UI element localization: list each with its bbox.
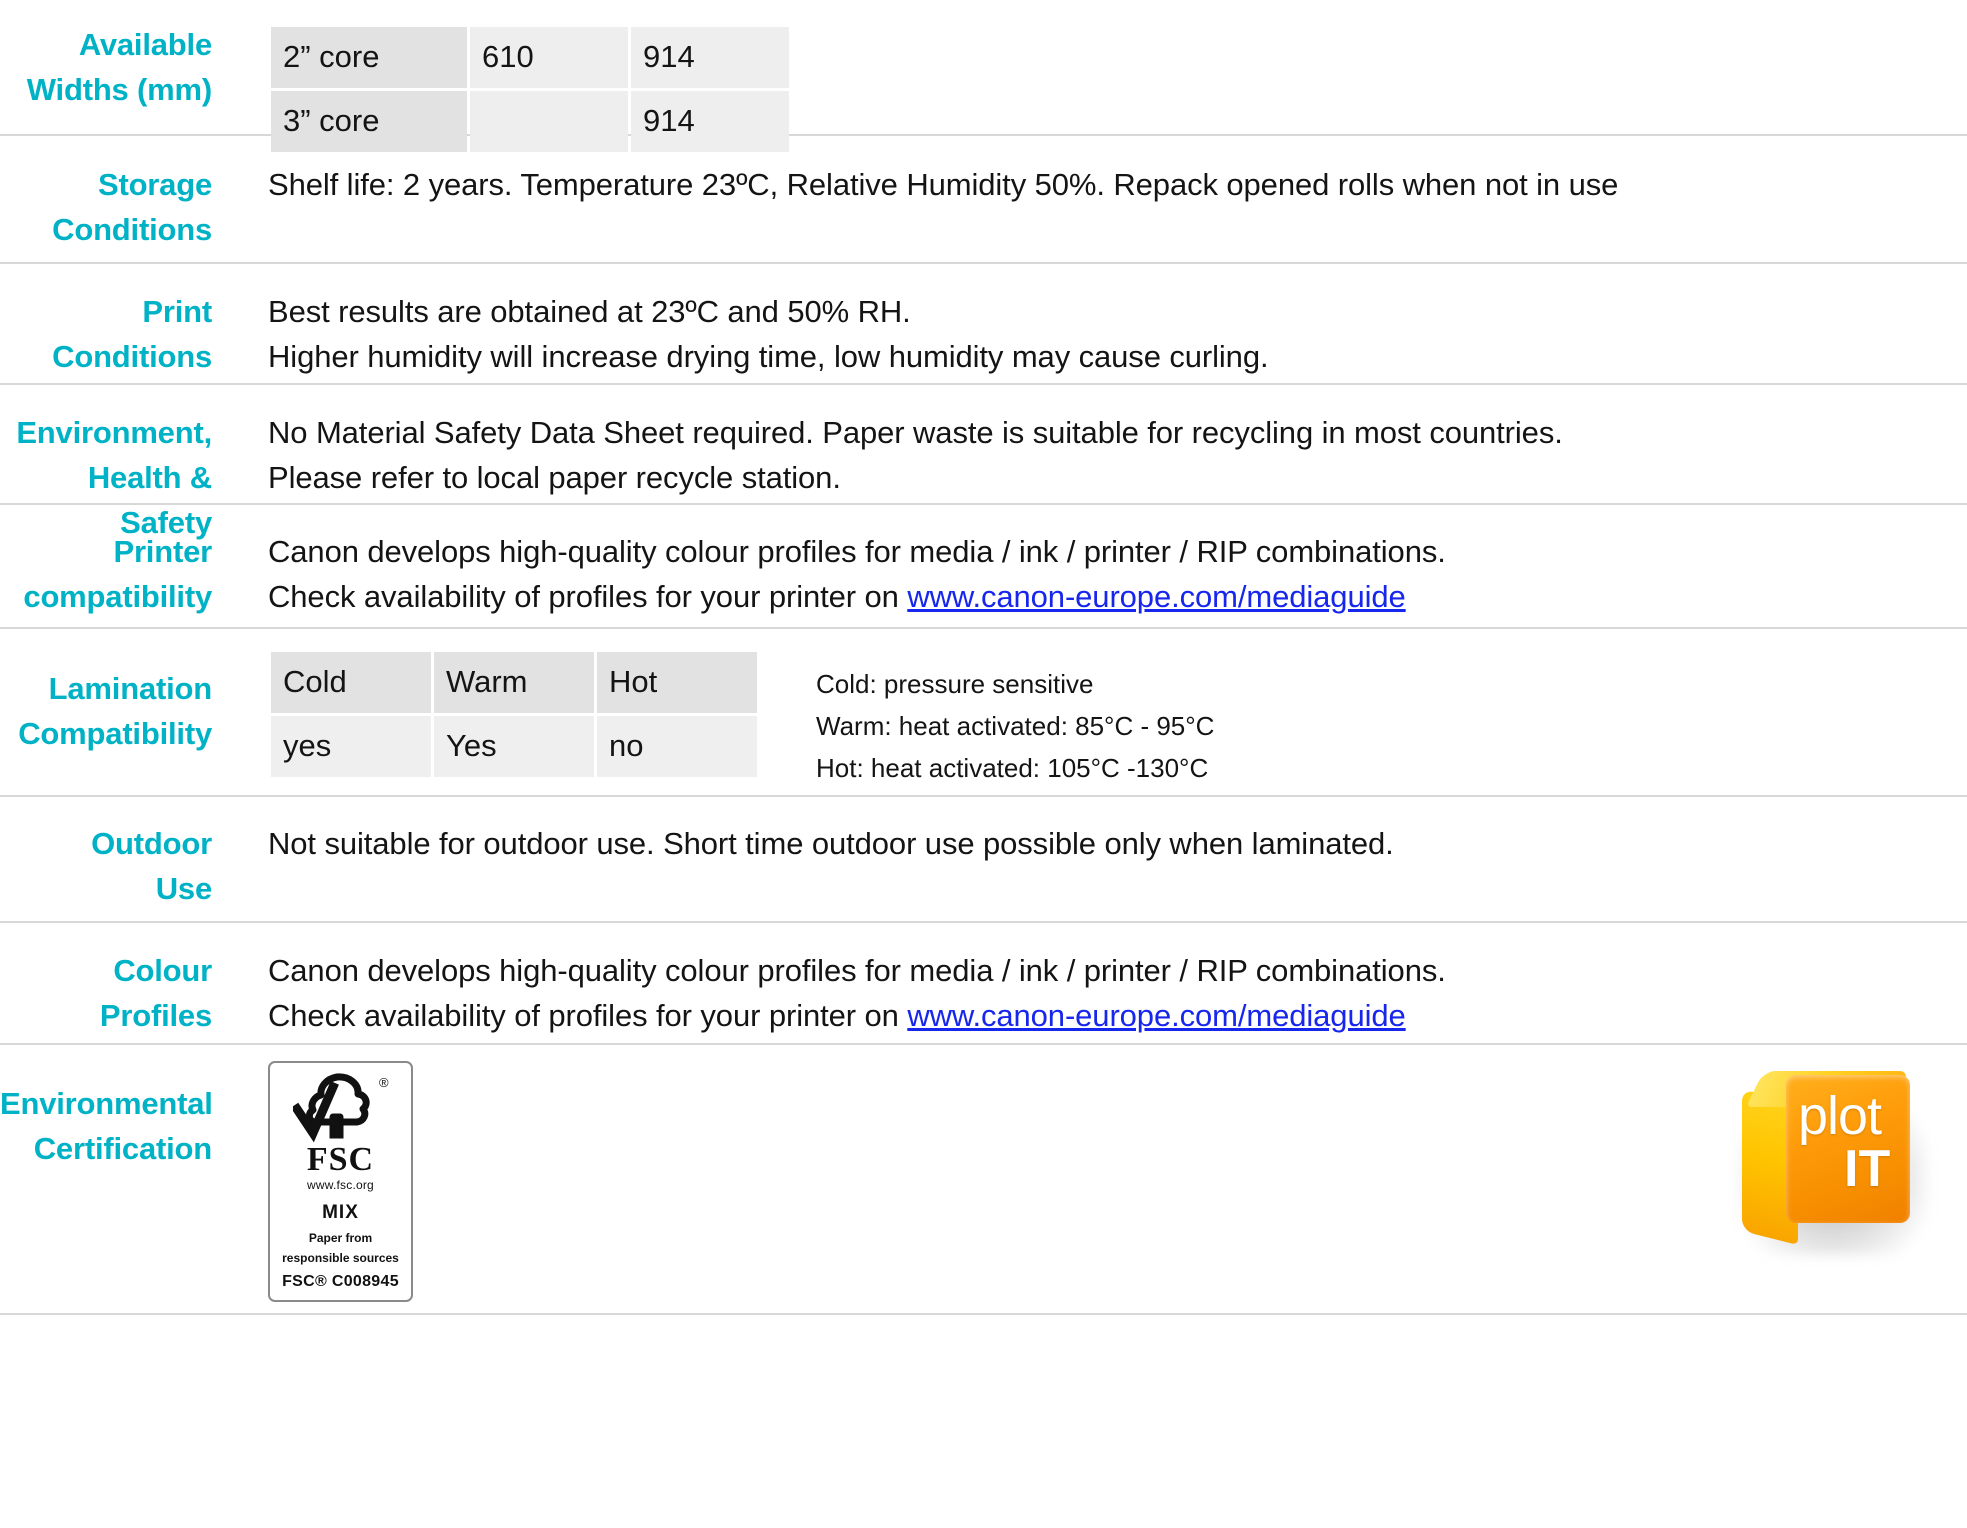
lamination-value-cold: yes [271,716,431,777]
label-line: Conditions [52,212,212,247]
colour-profiles-line-1: Canon develops high-quality colour profi… [268,953,1446,988]
table-row: 2” core 610 914 [271,27,789,88]
colour-profiles-line-2: Check availability of profiles for your … [268,993,1947,1038]
section-lamination-compatibility: Lamination Compatibility Cold Warm Hot y [0,629,1967,797]
plotit-text-plot: plot [1798,1086,1882,1146]
label-line: Compatibility [18,716,212,751]
label-printer-compatibility: Printer compatibility [0,505,268,619]
lamination-value-warm: Yes [434,716,594,777]
label-available-widths: Available Widths (mm) [0,0,268,112]
label-line: Lamination [48,671,213,706]
width-cell: 914 [631,27,789,88]
label-colour-profiles: Colour Profiles [0,923,268,1038]
lamination-wrapper: Cold Warm Hot yes Yes no Cold: pressure … [268,649,1947,789]
fsc-mix-label: MIX [322,1202,359,1223]
content-outdoor-use: Not suitable for outdoor use. Short time… [268,797,1967,866]
section-print-conditions: Print Conditions Best results are obtain… [0,264,1967,385]
environment-line-2: Please refer to local paper recycle stat… [268,460,841,495]
label-line: Environment, [16,415,212,450]
section-storage-conditions: Storage Conditions Shelf life: 2 years. … [0,136,1967,264]
outdoor-use-text: Not suitable for outdoor use. Short time… [268,826,1394,861]
lamination-header-hot: Hot [597,652,757,713]
label-line: Profiles [99,998,212,1033]
storage-conditions-text: Shelf life: 2 years. Temperature 23ºC, R… [268,167,1619,202]
table-header-row: Cold Warm Hot [271,652,757,713]
content-lamination-compatibility: Cold Warm Hot yes Yes no Cold: pressure … [268,629,1967,789]
lamination-note-warm: Warm: heat activated: 85°C - 95°C [816,711,1215,741]
fsc-wordmark: FSC [306,1141,375,1178]
plotit-cube-logo: plot IT [1724,1063,1954,1263]
fsc-certification-label: ® FSC www.fsc.org MIX Paper from respons… [268,1061,413,1302]
content-print-conditions: Best results are obtained at 23ºC and 50… [268,264,1967,379]
label-outdoor-use: Outdoor Use [0,797,268,911]
section-environment-health-safety: Environment, Health & Safety No Material… [0,385,1967,540]
printer-compatibility-line-2: Check availability of profiles for your … [268,574,1947,619]
content-storage-conditions: Shelf life: 2 years. Temperature 23ºC, R… [268,136,1967,207]
label-environmental-certification: Environmental Certification [0,1045,268,1171]
printer-compatibility-line-1: Canon develops high-quality colour profi… [268,534,1446,569]
label-line: compatibility [23,579,212,614]
label-line: Printer [113,534,212,569]
lamination-note-cold: Cold: pressure sensitive [816,669,1094,699]
print-conditions-line-2: Higher humidity will increase drying tim… [268,339,1269,374]
registered-mark-icon: ® [379,1075,389,1090]
content-colour-profiles: Canon develops high-quality colour profi… [268,923,1967,1038]
label-line: Storage [97,167,212,202]
section-environmental-certification: Environmental Certification ® FSC www.fs… [0,1045,1967,1315]
mediaguide-link[interactable]: www.canon-europe.com/mediaguide [907,579,1405,614]
label-line: Print [142,294,212,329]
label-line: Conditions [52,339,212,374]
fsc-licence-code: FSC® C008945 [282,1273,399,1290]
lamination-notes: Cold: pressure sensitive Warm: heat acti… [816,649,1214,789]
label-line: Outdoor [91,826,212,861]
fsc-url: www.fsc.org [307,1178,374,1192]
label-line: Widths (mm) [26,72,212,107]
content-environmental-certification: ® FSC www.fsc.org MIX Paper from respons… [268,1045,1967,1302]
content-environment-health-safety: No Material Safety Data Sheet required. … [268,385,1967,500]
label-line: Colour [113,953,212,988]
lamination-value-hot: no [597,716,757,777]
fsc-tree-checkmark-icon: ® [276,1073,405,1145]
print-conditions-line-1: Best results are obtained at 23ºC and 50… [268,294,911,329]
content-printer-compatibility: Canon develops high-quality colour profi… [268,505,1967,619]
label-lamination-compatibility: Lamination Compatibility [0,629,268,756]
fsc-source-line-1: Paper from [308,1231,373,1245]
colour-profiles-line-2-prefix: Check availability of profiles for your … [268,998,908,1033]
section-available-widths: Available Widths (mm) 2” core 610 914 3”… [0,0,1967,152]
datasheet-page: Available Widths (mm) 2” core 610 914 3”… [0,0,1967,1528]
lamination-header-warm: Warm [434,652,594,713]
width-cell: 610 [470,27,628,88]
environment-line-1: No Material Safety Data Sheet required. … [268,415,1563,450]
label-line: Certification [33,1131,212,1166]
lamination-note-hot: Hot: heat activated: 105°C -130°C [816,753,1209,783]
section-colour-profiles: Colour Profiles Canon develops high-qual… [0,923,1967,1045]
table-row: yes Yes no [271,716,757,777]
printer-compatibility-line-2-prefix: Check availability of profiles for your … [268,579,908,614]
plotit-text-it: IT [1844,1140,1891,1198]
section-printer-compatibility: Printer compatibility Canon develops hig… [0,505,1967,629]
label-line: Available [78,27,212,62]
label-print-conditions: Print Conditions [0,264,268,379]
label-storage-conditions: Storage Conditions [0,136,268,252]
lamination-header-cold: Cold [271,652,431,713]
core-size-cell: 2” core [271,27,467,88]
label-line: Use [155,871,212,906]
lamination-table: Cold Warm Hot yes Yes no [268,649,760,780]
content-available-widths: 2” core 610 914 3” core 914 [268,0,1967,155]
fsc-source-line-2: responsible sources [282,1251,399,1265]
mediaguide-link[interactable]: www.canon-europe.com/mediaguide [907,998,1405,1033]
section-outdoor-use: Outdoor Use Not suitable for outdoor use… [0,797,1967,923]
label-line: Environmental [0,1086,213,1121]
